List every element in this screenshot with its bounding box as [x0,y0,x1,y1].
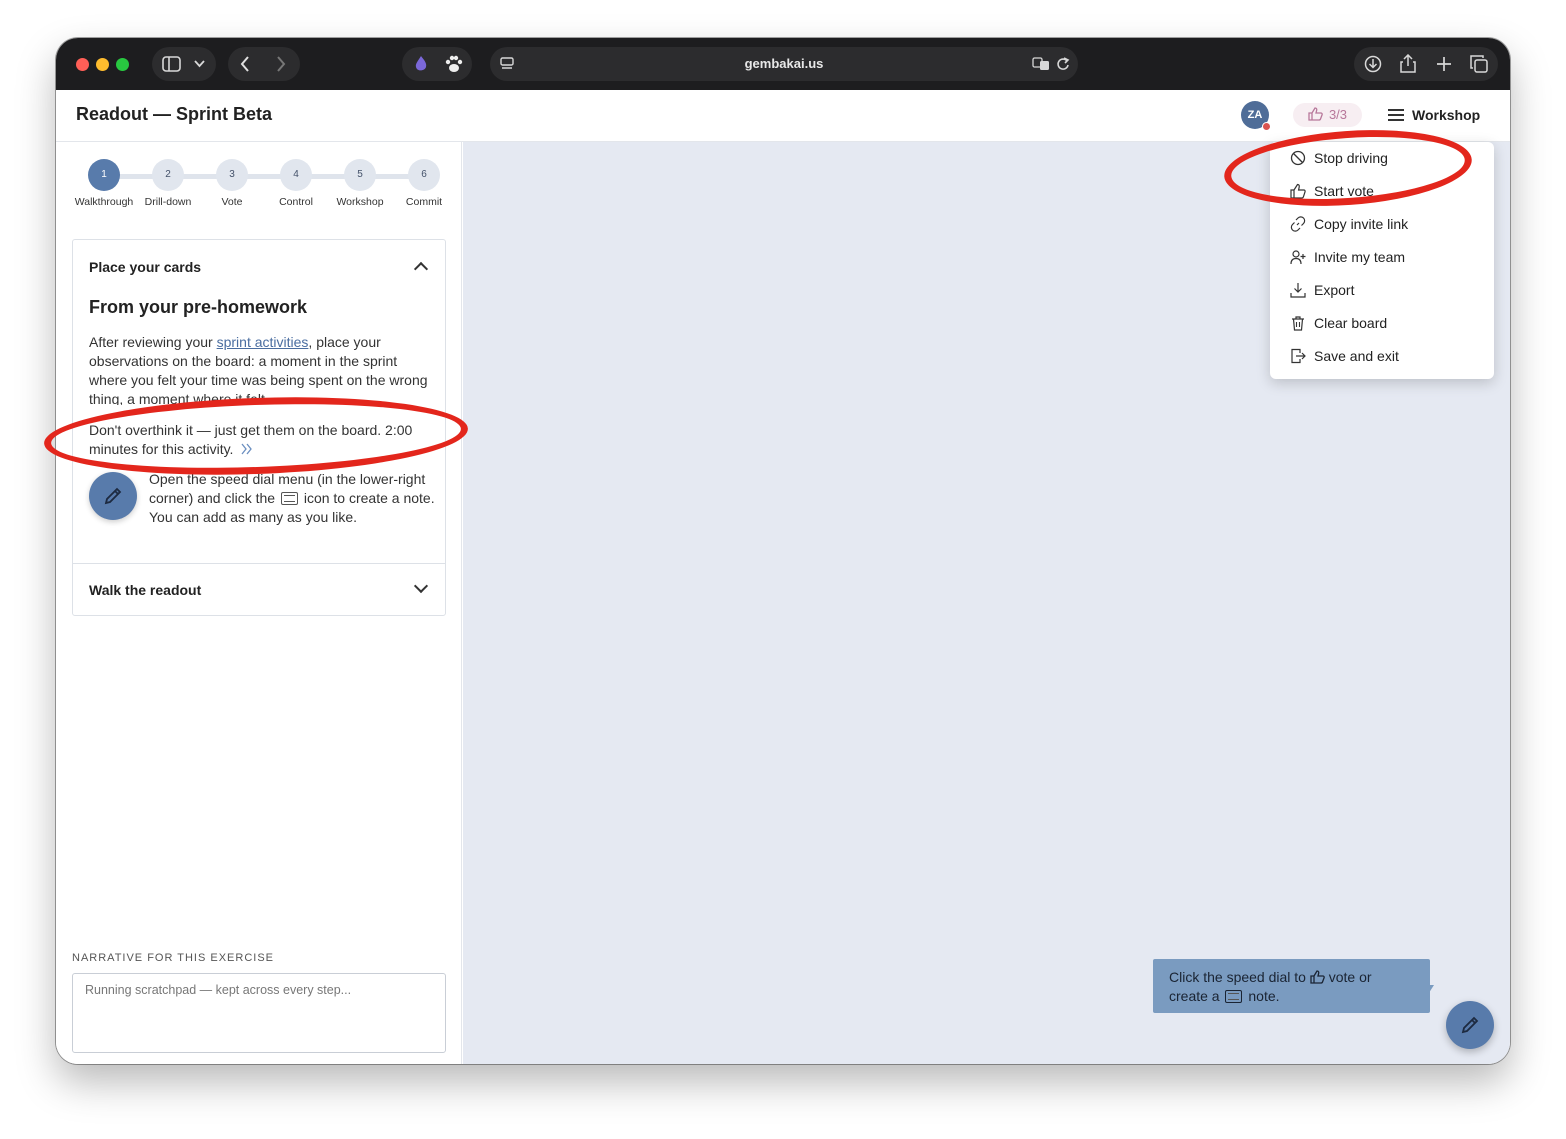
menu-icon [1388,109,1404,121]
menu-item-export[interactable]: Export [1270,274,1494,307]
user-plus-icon [1290,250,1306,265]
exit-icon [1291,348,1306,364]
vote-count-badge[interactable]: 3/3 [1293,103,1362,127]
workshop-dropdown-menu: Stop driving Start vote Copy invite link… [1270,142,1494,379]
step-walkthrough[interactable]: 1 [88,159,120,191]
speed-dial-instructions: Open the speed dial menu (in the lower-r… [89,470,435,527]
app-header: Readout — Sprint Beta ZA 3/3 Workshop [56,90,1510,142]
sidebar-toggle-group[interactable] [152,47,216,81]
note-icon [1225,990,1243,1003]
instructions-accordion: Place your cards From your pre-homework … [72,239,446,616]
note-icon [280,492,298,505]
tooltip-text: note. [1244,988,1280,1004]
download-icon [1290,283,1306,298]
sidebar: 1 2 3 4 5 6 Walkthrough Drill-down Vote … [56,142,462,1064]
sidebar-icon[interactable] [162,56,181,72]
workshop-menu-label: Workshop [1412,107,1481,123]
pencil-icon [1461,1016,1479,1034]
thumbs-up-icon [1310,970,1325,984]
forward-icon[interactable] [276,56,286,72]
accordion-header-place-cards[interactable]: Place your cards [89,259,201,275]
trash-icon [1292,316,1304,331]
extension-flame-icon[interactable] [412,55,430,73]
new-tab-icon[interactable] [1436,56,1452,72]
share-icon[interactable] [1400,54,1416,73]
menu-item-copy-invite-link[interactable]: Copy invite link [1270,208,1494,241]
page-title: Readout — Sprint Beta [76,104,273,124]
step-vote[interactable]: 3 [216,159,248,191]
menu-item-label: Save and exit [1314,348,1399,364]
speed-dial-tooltip: Click the speed dial to vote or create a… [1153,959,1430,1013]
menu-item-label: Clear board [1314,315,1388,331]
paw-icon[interactable] [444,55,464,73]
time-limit-paragraph: Don't overthink it — just get them on th… [89,421,435,459]
menu-item-label: Export [1314,282,1355,298]
instructions-paragraph: After reviewing your sprint activities, … [89,333,435,405]
section-subtitle: From your pre-homework [89,297,308,317]
ban-icon [1290,150,1306,166]
browser-window: gembakai.us Readout — Sprint Beta ZA 3/3… [56,38,1510,1064]
accordion-divider [73,563,445,564]
chevron-down-icon[interactable] [194,60,205,68]
reload-icon[interactable] [1056,56,1070,72]
step-drill-down[interactable]: 2 [152,159,184,191]
menu-item-stop-driving[interactable]: Stop driving [1270,142,1494,175]
chevron-down-icon[interactable] [413,578,429,594]
zoom-window-button[interactable] [116,58,129,71]
chevron-up-icon[interactable] [413,261,429,277]
menu-item-clear-board[interactable]: Clear board [1270,307,1494,340]
close-window-button[interactable] [76,58,89,71]
url-text: gembakai.us [744,56,824,71]
tooltip-text: Click the speed dial to [1169,969,1310,985]
speed-dial-button[interactable] [1446,1001,1494,1049]
step-control[interactable]: 4 [280,159,312,191]
narrative-textarea[interactable] [72,973,446,1053]
vote-count-text: 3/3 [1328,107,1348,122]
step-commit[interactable]: 6 [408,159,440,191]
presence-status-dot [1262,122,1271,131]
thumbs-up-icon [1290,183,1306,199]
narrative-label: NARRATIVE FOR THIS EXERCISE [72,952,275,964]
browser-toolbar: gembakai.us [56,38,1510,90]
menu-item-label: Start vote [1314,183,1374,199]
menu-item-save-exit[interactable]: Save and exit [1270,340,1494,373]
address-bar[interactable]: gembakai.us [490,47,1078,81]
tab-overview-icon[interactable] [1470,55,1488,73]
step-label: Commit [405,196,443,208]
menu-item-label: Invite my team [1314,249,1406,265]
paragraph-text: After reviewing your [89,334,217,350]
menu-item-label: Copy invite link [1314,216,1409,232]
menu-item-invite-team[interactable]: Invite my team [1270,241,1494,274]
extensions-group [402,47,472,81]
menu-item-label: Stop driving [1314,150,1388,166]
back-icon[interactable] [240,56,250,72]
browser-actions-group [1354,47,1498,81]
translate-icon[interactable] [1032,56,1050,72]
step-workshop[interactable]: 5 [344,159,376,191]
menu-item-start-vote[interactable]: Start vote [1270,175,1494,208]
thumbs-up-icon [1308,107,1323,121]
link-icon [1290,216,1306,232]
app-root: Readout — Sprint Beta ZA 3/3 Workshop 1 … [56,90,1510,1064]
history-nav-group [228,47,300,81]
sprint-activities-link[interactable]: sprint activities [217,334,309,350]
fast-forward-icon[interactable] [241,443,253,455]
accordion-header-walk-readout[interactable]: Walk the readout [89,582,201,598]
minimize-window-button[interactable] [96,58,109,71]
workshop-menu-button[interactable]: Workshop [1388,103,1480,127]
downloads-icon[interactable] [1364,55,1382,73]
